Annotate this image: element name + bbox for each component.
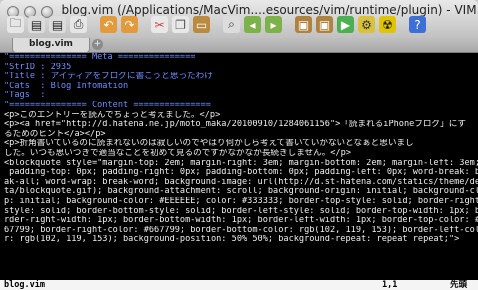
save-session-icon[interactable]: ▣	[316, 16, 333, 33]
text-editor[interactable]: "=============== Meta =============== "St…	[0, 53, 478, 280]
title-bar: blog.vim (/Applications/MacVim....esourc…	[0, 0, 478, 42]
editor-line[interactable]: "Title : アイディアをブログに書こうと思ったわけ	[0, 72, 478, 82]
editor-line[interactable]: ak-all; word-wrap: break-word; backgroun…	[0, 178, 478, 188]
editor-line[interactable]: "=============== Meta ===============	[0, 53, 478, 63]
status-line: blog.vim 1,1 先頭	[0, 280, 478, 290]
window-title: blog.vim (/Applications/MacVim....esourc…	[61, 3, 477, 17]
editor-line[interactable]: <p><a href="http://d.hatena.ne.jp/moto_m…	[0, 120, 478, 130]
toolbar-separator	[286, 16, 291, 33]
editor-line[interactable]: rder-right-width: 1px; border-bottom-wid…	[0, 216, 478, 226]
editor-line[interactable]: r: rgb(102, 119, 153); background-positi…	[0, 235, 478, 245]
cursor-position: 1,1	[382, 280, 398, 290]
copy-icon[interactable]: ❐	[172, 16, 189, 33]
editor-line[interactable]: ta/blockquote.gif); background-attachmen…	[0, 187, 478, 197]
paste-icon[interactable]: ▭	[193, 16, 210, 33]
tab-bar: blog.vim +	[0, 38, 478, 53]
toolbar: 🗀 ▤ ▤ ⎙ ↶ ↷ ✂ ❐ ▭ ⌕ ◂ ▸ ▣ ▣ ▶ ⚙ ☢?	[7, 16, 430, 33]
redo-icon[interactable]: ↷	[121, 16, 138, 33]
find-next-icon[interactable]: ◂	[244, 16, 261, 33]
editor-line[interactable]: p: initial; background-color: #EEEEEE; c…	[0, 197, 478, 207]
editor-line[interactable]: <p>このエントリーを読んでちょっと考えました。</p>	[0, 111, 478, 121]
status-filename: blog.vim	[4, 280, 45, 290]
editor-line[interactable]: <blockquote style="margin-top: 2em; marg…	[0, 159, 478, 169]
tab-blog-vim[interactable]: blog.vim	[12, 38, 90, 53]
vim-window: blog.vim (/Applications/MacVim....esourc…	[0, 0, 478, 290]
editor-line[interactable]: style: solid; border-bottom-style: solid…	[0, 207, 478, 217]
run-ctags-icon[interactable]: ☢	[379, 16, 396, 33]
toolbar-separator	[214, 16, 219, 33]
editor-line[interactable]: "StrID : 2935	[0, 63, 478, 73]
load-session-icon[interactable]: ▣	[295, 16, 312, 33]
toolbar-separator	[142, 16, 147, 33]
save-all-icon[interactable]: ▤	[49, 16, 66, 33]
editor-line[interactable]: "Cats : Blog Infomation	[0, 82, 478, 92]
toolbar-separator	[400, 16, 405, 33]
make-icon[interactable]: ⚙	[358, 16, 375, 33]
open-icon[interactable]: 🗀	[7, 16, 24, 33]
add-tab-icon[interactable]: +	[92, 39, 103, 50]
help-icon[interactable]: ?	[409, 16, 426, 33]
editor-line[interactable]: 67799; border-right-color: #667799; bord…	[0, 226, 478, 236]
cut-icon[interactable]: ✂	[151, 16, 168, 33]
save-icon[interactable]: ▤	[28, 16, 45, 33]
undo-icon[interactable]: ↶	[100, 16, 117, 33]
editor-line[interactable]: "Tags :	[0, 91, 478, 101]
editor-line[interactable]: "=============== Content ===============	[0, 101, 478, 111]
scroll-percent: 先頭	[450, 280, 468, 290]
find-prev-icon[interactable]: ▸	[265, 16, 282, 33]
print-icon[interactable]: ⎙	[70, 16, 87, 33]
editor-line[interactable]: した。いつも思いつきで適当なことを初めて見るのですがなかなか長続きしません。</…	[0, 149, 478, 159]
find-replace-icon[interactable]: ⌕	[223, 16, 240, 33]
editor-line[interactable]: padding-top: 0px; padding-right: 0px; pa…	[0, 168, 478, 178]
toolbar-separator	[91, 16, 96, 33]
run-script-icon[interactable]: ▶	[337, 16, 354, 33]
editor-line[interactable]: るためのヒント</a></p>	[0, 130, 478, 140]
editor-line[interactable]: <p>折角書いているのに読まれないのは寂しいのでやはり何かしら考えて書いていかな…	[0, 139, 478, 149]
